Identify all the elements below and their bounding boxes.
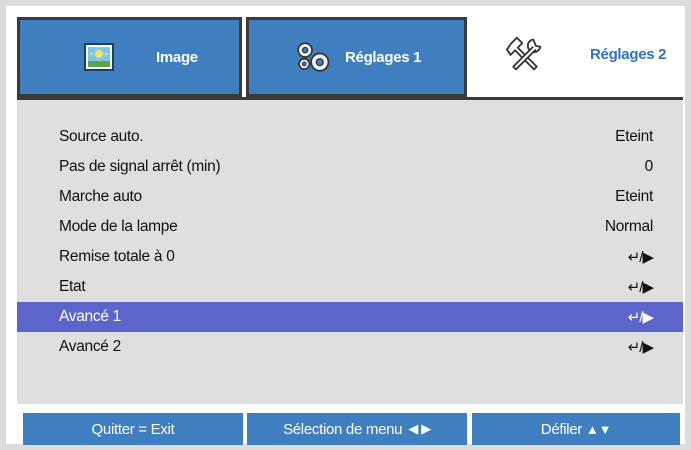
menu-item-lamp-mode[interactable]: Mode de la lampe Normal — [17, 212, 683, 242]
enter-arrow-icon: ↵/▶ — [627, 249, 654, 266]
menu-item-label: Pas de signal arrêt (min) — [59, 158, 221, 175]
menu-item-label: Avancé 1 — [59, 308, 121, 325]
menu-item-no-signal-off[interactable]: Pas de signal arrêt (min) 0 — [17, 152, 683, 182]
menu-item-label: Avancé 2 — [59, 338, 121, 355]
image-icon — [80, 38, 118, 76]
tab-reglages-1[interactable]: Réglages 1 — [246, 17, 467, 97]
footer-exit-hint: Quitter = Exit — [23, 413, 243, 445]
footer-exit-label: Quitter = Exit — [91, 420, 175, 438]
footer-menu-select-label: Sélection de menu — [283, 420, 403, 438]
up-down-arrows-icon: ▲▼ — [586, 421, 612, 437]
left-right-arrows-icon: ◀ ▶ — [408, 421, 431, 436]
menu-item-status[interactable]: Etat ↵/▶ — [17, 272, 683, 302]
settings-panel: Source auto. Eteint Pas de signal arrêt … — [17, 97, 683, 404]
tab-image-label: Image — [156, 48, 198, 66]
menu-item-label: Remise totale à 0 — [59, 248, 175, 265]
menu-item-value: Normal — [604, 218, 653, 235]
footer-menu-select-hint: Sélection de menu ◀ ▶ — [247, 413, 467, 445]
menu-item-value: Eteint — [615, 188, 653, 205]
footer-scroll-label: Défiler — [540, 420, 583, 438]
menu-item-advanced-2[interactable]: Avancé 2 ↵/▶ — [17, 332, 683, 362]
menu-item-value: 0 — [644, 158, 654, 175]
menu-item-value: Eteint — [615, 128, 653, 145]
menu-item-reset-all[interactable]: Remise totale à 0 ↵/▶ — [17, 242, 683, 272]
enter-arrow-icon: ↵/▶ — [627, 339, 654, 356]
gears-icon — [293, 38, 331, 76]
tab-image[interactable]: Image — [17, 17, 242, 97]
enter-arrow-icon: ↵/▶ — [627, 279, 654, 296]
tools-icon — [506, 35, 544, 73]
menu-item-source-auto[interactable]: Source auto. Eteint — [17, 122, 683, 152]
menu-item-label: Etat — [59, 278, 86, 295]
menu-item-label: Source auto. — [59, 128, 144, 145]
menu-item-label: Mode de la lampe — [59, 218, 178, 235]
menu-item-auto-power-on[interactable]: Marche auto Eteint — [17, 182, 683, 212]
tab-reglages-2-label: Réglages 2 — [590, 45, 667, 63]
footer-scroll-hint: Défiler ▲▼ — [472, 413, 680, 445]
menu-item-label: Marche auto — [59, 188, 142, 205]
enter-arrow-icon: ↵/▶ — [627, 309, 654, 326]
tab-reglages-1-label: Réglages 1 — [345, 48, 422, 66]
menu-item-advanced-1[interactable]: Avancé 1 ↵/▶ — [17, 302, 683, 332]
osd-menu-frame: Image Réglages 1 Réglages 2 Source auto.… — [6, 6, 685, 445]
tab-reglages-2[interactable]: Réglages 2 — [476, 12, 685, 96]
